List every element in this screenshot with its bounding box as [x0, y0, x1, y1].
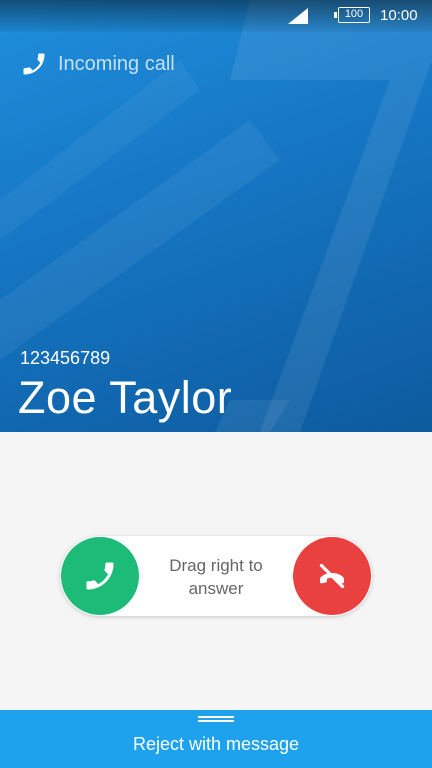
incoming-call-status: Incoming call [20, 50, 175, 78]
caller-name: Zoe Taylor [18, 372, 233, 423]
answer-slider[interactable]: Drag right to answer [60, 536, 372, 616]
phone-icon [86, 562, 114, 590]
answer-button[interactable] [61, 537, 139, 615]
status-bar: 100 10:00 [0, 0, 432, 32]
battery-icon: 100 [334, 7, 370, 23]
caller-header: 100 10:00 Incoming call 123456789 Zoe Ta… [0, 0, 432, 432]
phone-icon [23, 53, 45, 75]
incoming-call-label: Incoming call [58, 52, 175, 75]
signal-icon [288, 8, 308, 24]
drag-hint: Drag right to answer [169, 556, 263, 598]
reject-with-message-bar[interactable]: Reject with message [0, 710, 432, 768]
end-call-icon [319, 563, 345, 589]
status-time: 10:00 [380, 7, 418, 24]
decline-button[interactable] [293, 537, 371, 615]
caller-number: 123456789 [20, 348, 111, 368]
drag-handle-icon [198, 716, 234, 722]
reject-with-message-label: Reject with message [132, 734, 300, 754]
